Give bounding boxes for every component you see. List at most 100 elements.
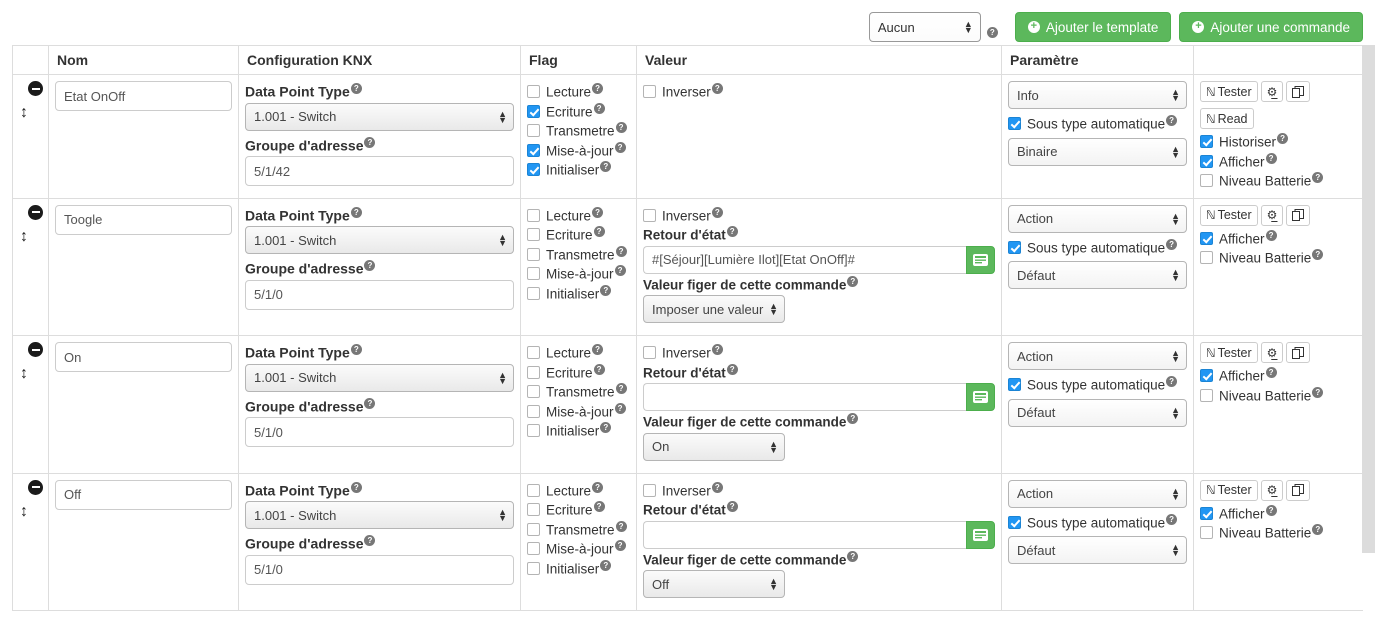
flag-ecriture-checkbox[interactable] xyxy=(527,503,540,516)
configure-button[interactable]: ⚙̲ xyxy=(1260,204,1284,226)
vertical-scrollbar[interactable] xyxy=(1362,45,1375,626)
retour-etat-input[interactable] xyxy=(643,383,966,411)
help-circle-icon[interactable]: ? xyxy=(711,344,723,355)
help-circle-icon[interactable]: ? xyxy=(986,27,998,38)
help-circle-icon[interactable]: ? xyxy=(614,402,626,414)
select-value-button[interactable] xyxy=(965,383,995,411)
help-circle-icon[interactable]: ? xyxy=(364,136,376,148)
inverser-checkbox[interactable] xyxy=(643,208,656,222)
help-circle-icon[interactable]: ? xyxy=(600,559,612,571)
afficher-checkbox[interactable] xyxy=(1200,506,1213,520)
tester-button[interactable]: ℕ Tester xyxy=(1200,342,1258,363)
help-circle-icon[interactable]: ? xyxy=(614,141,626,153)
help-circle-icon[interactable]: ? xyxy=(364,260,376,272)
group-address-input[interactable] xyxy=(245,279,514,310)
help-circle-icon[interactable]: ? xyxy=(711,481,723,493)
flag-initialiser-checkbox[interactable] xyxy=(527,561,540,575)
tester-button[interactable]: ℕ Tester xyxy=(1200,81,1258,102)
command-name-input[interactable] xyxy=(55,204,232,235)
flag-transmetre-checkbox[interactable] xyxy=(527,247,540,261)
flag-transmetre-checkbox[interactable] xyxy=(527,385,540,398)
add-command-button[interactable]: + Ajouter une commande xyxy=(1179,12,1363,42)
command-name-input[interactable] xyxy=(55,81,232,111)
help-circle-icon[interactable]: ? xyxy=(1265,504,1277,516)
help-circle-icon[interactable]: ? xyxy=(592,344,604,355)
flag-transmetre-checkbox[interactable] xyxy=(527,522,540,536)
drag-handle-icon[interactable]: ↕ xyxy=(18,103,30,125)
flag-lecture-checkbox[interactable] xyxy=(527,483,540,497)
configure-button[interactable]: ⚙̲ xyxy=(1260,479,1284,501)
duplicate-button[interactable] xyxy=(1286,81,1311,102)
template-select[interactable]: Aucun ▲ ▼ xyxy=(868,12,981,42)
duplicate-button[interactable] xyxy=(1286,479,1311,501)
help-circle-icon[interactable]: ? xyxy=(711,83,723,94)
dpt-select[interactable]: 1.001 - Switch ▲ ▼ xyxy=(245,102,514,131)
flag-ecriture-checkbox[interactable] xyxy=(527,365,540,379)
help-circle-icon[interactable]: ? xyxy=(726,363,738,375)
flag-lecture-checkbox[interactable] xyxy=(527,85,540,98)
afficher-checkbox[interactable] xyxy=(1200,231,1213,245)
sous-type-automatique-checkbox[interactable] xyxy=(1008,515,1021,529)
help-circle-icon[interactable]: ? xyxy=(593,501,605,512)
flag-transmetre-checkbox[interactable] xyxy=(527,124,540,137)
afficher-checkbox[interactable] xyxy=(1200,369,1213,382)
tester-button[interactable]: ℕ Tester xyxy=(1200,479,1258,501)
retour-etat-input[interactable] xyxy=(643,245,966,274)
help-circle-icon[interactable]: ? xyxy=(614,265,626,276)
drag-handle-icon[interactable]: ↕ xyxy=(18,364,30,386)
help-circle-icon[interactable]: ? xyxy=(614,540,626,551)
help-circle-icon[interactable]: ? xyxy=(847,413,859,424)
flag-mise---jour-checkbox[interactable] xyxy=(527,404,540,418)
group-address-input[interactable] xyxy=(245,156,514,187)
help-circle-icon[interactable]: ? xyxy=(600,422,612,433)
duplicate-button[interactable] xyxy=(1286,204,1311,226)
help-circle-icon[interactable]: ? xyxy=(711,206,723,218)
drag-handle-icon[interactable]: ↕ xyxy=(18,227,30,249)
help-circle-icon[interactable]: ? xyxy=(1166,513,1178,525)
group-address-input[interactable] xyxy=(245,417,514,448)
help-circle-icon[interactable]: ? xyxy=(1166,238,1178,250)
help-circle-icon[interactable]: ? xyxy=(364,397,376,409)
niveau-batterie-checkbox[interactable] xyxy=(1200,526,1213,539)
command-name-input[interactable] xyxy=(55,342,232,372)
command-type-select[interactable]: Action ▲ ▼ xyxy=(1008,204,1187,233)
niveau-batterie-checkbox[interactable] xyxy=(1200,174,1213,187)
help-circle-icon[interactable]: ? xyxy=(615,520,627,532)
help-circle-icon[interactable]: ? xyxy=(350,206,362,218)
duplicate-button[interactable] xyxy=(1286,342,1311,363)
flag-initialiser-checkbox[interactable] xyxy=(527,163,540,176)
flag-mise---jour-checkbox[interactable] xyxy=(527,542,540,555)
remove-command-icon[interactable] xyxy=(28,81,43,96)
read-button[interactable]: ℕ Read xyxy=(1200,108,1254,129)
sub-type-select[interactable]: Défaut ▲ ▼ xyxy=(1008,536,1187,564)
sub-type-select[interactable]: Défaut ▲ ▼ xyxy=(1008,261,1187,289)
niveau-batterie-checkbox[interactable] xyxy=(1200,388,1213,402)
flag-initialiser-checkbox[interactable] xyxy=(527,286,540,300)
flag-ecriture-checkbox[interactable] xyxy=(527,228,540,241)
select-value-button[interactable] xyxy=(965,245,995,274)
command-type-select[interactable]: Action ▲ ▼ xyxy=(1008,342,1187,370)
help-circle-icon[interactable]: ? xyxy=(593,226,605,237)
historiser-checkbox[interactable] xyxy=(1200,135,1213,148)
flag-mise---jour-checkbox[interactable] xyxy=(527,143,540,157)
retour-etat-input[interactable] xyxy=(643,520,966,549)
help-circle-icon[interactable]: ? xyxy=(592,481,604,493)
help-circle-icon[interactable]: ? xyxy=(364,535,376,547)
inverser-checkbox[interactable] xyxy=(643,346,656,359)
help-circle-icon[interactable]: ? xyxy=(350,83,362,94)
help-circle-icon[interactable]: ? xyxy=(1166,376,1178,387)
help-circle-icon[interactable]: ? xyxy=(847,550,859,562)
flag-initialiser-checkbox[interactable] xyxy=(527,424,540,437)
flag-ecriture-checkbox[interactable] xyxy=(527,104,540,118)
help-circle-icon[interactable]: ? xyxy=(1312,172,1324,183)
help-circle-icon[interactable]: ? xyxy=(615,383,627,394)
sub-type-select[interactable]: Défaut ▲ ▼ xyxy=(1008,398,1187,427)
help-circle-icon[interactable]: ? xyxy=(726,501,738,512)
dpt-select[interactable]: 1.001 - Switch ▲ ▼ xyxy=(245,501,514,530)
help-circle-icon[interactable]: ? xyxy=(1312,386,1324,398)
help-circle-icon[interactable]: ? xyxy=(1166,115,1178,126)
inverser-checkbox[interactable] xyxy=(643,483,656,497)
help-circle-icon[interactable]: ? xyxy=(1312,524,1324,535)
help-circle-icon[interactable]: ? xyxy=(350,344,362,355)
drag-handle-icon[interactable]: ↕ xyxy=(18,502,30,524)
